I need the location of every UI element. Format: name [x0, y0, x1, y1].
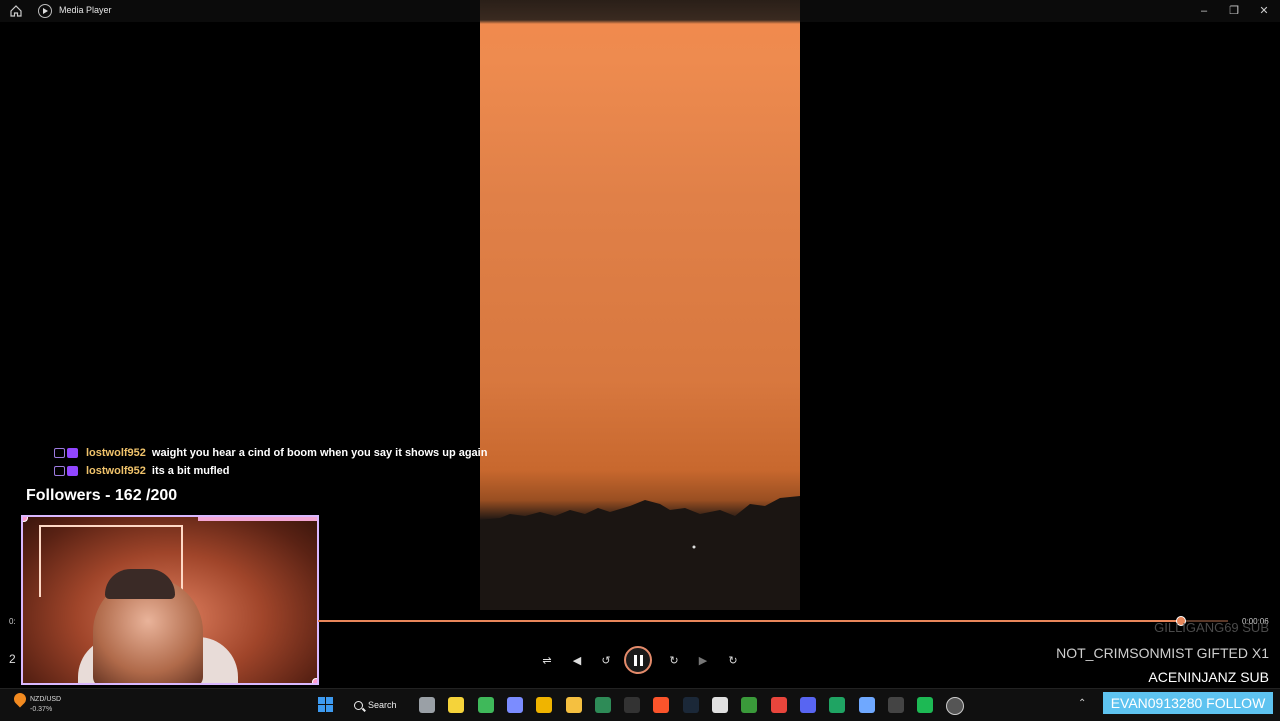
webcam-person-cap [105, 569, 175, 599]
twitch-badge-icon [67, 466, 78, 476]
chat-message: lostwolf952 its a bit mufled [54, 462, 487, 480]
followers-goal: Followers - 162 /200 [26, 487, 178, 504]
search-icon [354, 700, 363, 710]
chat-username: lostwolf952 [86, 465, 146, 477]
tray-overflow-icon[interactable]: ⌃ [1078, 698, 1086, 709]
chat-message: lostwolf952 waight you hear a cind of bo… [54, 444, 487, 462]
chat-overlay: lostwolf952 waight you hear a cind of bo… [54, 444, 487, 480]
shuffle-icon[interactable]: ⇌ [535, 647, 559, 673]
twitch-badge-icon [67, 448, 78, 458]
sub-alert-faded: GILLIGANG69 SUB [1154, 620, 1269, 635]
brave-icon[interactable] [653, 697, 670, 713]
elapsed-time: 0: [9, 617, 16, 626]
document-icon[interactable] [712, 697, 728, 713]
playback-controls: ⇌ ◀︎ ↺ ↻ ▶︎ ↻ [535, 646, 745, 674]
media-player-icon[interactable] [946, 697, 965, 715]
pause-button[interactable] [624, 646, 652, 674]
copilot-icon[interactable] [506, 697, 523, 713]
frame-corner-dot [312, 678, 317, 683]
city-skyline [480, 496, 800, 610]
webcam-overlay [21, 515, 319, 685]
widgets-ticker[interactable]: NZD/USD -0.37% [11, 690, 62, 714]
forward-30-icon[interactable]: ↻ [662, 647, 686, 673]
folder-icon[interactable] [565, 697, 582, 713]
minimize-button[interactable]: – [1196, 3, 1212, 19]
taskbar: NZD/USD -0.37% Search ⌃ [0, 688, 1280, 721]
windows-start-icon[interactable] [318, 697, 333, 712]
sticky-notes-icon[interactable] [448, 697, 465, 713]
chat-username: lostwolf952 [86, 447, 146, 459]
taskbar-search[interactable]: Search [354, 696, 416, 714]
xbox-icon[interactable] [741, 697, 758, 713]
window-title: Media Player [59, 5, 112, 15]
webcam-frame-tab [198, 517, 317, 521]
chat-badge-icon [54, 448, 65, 458]
steam-icon[interactable] [682, 697, 699, 713]
seek-bar-fill [318, 620, 1181, 622]
rewind-10-icon[interactable]: ↺ [594, 647, 618, 673]
media-player-app-icon [38, 4, 52, 18]
sub-alert: ACENINJANZ SUB [1148, 669, 1269, 685]
chrome-icon[interactable] [770, 697, 787, 713]
previous-icon[interactable]: ◀︎ [565, 647, 589, 673]
flame-icon [11, 690, 29, 708]
frame-corner-dot [23, 517, 28, 522]
gift-alert: NOT_CRIMSONMIST GIFTED X1 [1056, 645, 1269, 661]
file-icon[interactable] [419, 697, 435, 713]
chat-text: waight you hear a cind of boom when you … [151, 447, 488, 459]
side-number: 2 [9, 652, 16, 666]
follow-alert: EVAN0913280 FOLLOW [1103, 692, 1273, 714]
home-icon[interactable] [9, 4, 23, 18]
ticker-label: NZD/USD [30, 695, 62, 703]
repeat-off-icon[interactable]: ↻ [721, 647, 745, 673]
search-label: Search [368, 700, 397, 710]
obs-icon[interactable] [887, 697, 904, 713]
discord-icon[interactable] [799, 697, 816, 713]
chat-badge-icon [54, 466, 65, 476]
chat-text: its a bit mufled [151, 465, 230, 477]
close-button[interactable]: ✕ [1256, 3, 1272, 19]
video-frame[interactable] [480, 0, 800, 610]
rl-icon[interactable] [594, 697, 611, 713]
restore-button[interactable]: ❐ [1226, 3, 1242, 19]
gemini-icon[interactable] [858, 697, 875, 713]
spotify-icon[interactable] [917, 697, 934, 713]
phone-icon[interactable] [477, 697, 494, 713]
x-icon[interactable] [624, 697, 641, 713]
drive-icon[interactable] [829, 697, 846, 713]
ticker-change: -0.37% [30, 706, 53, 713]
store-icon[interactable] [536, 697, 553, 713]
next-icon[interactable]: ▶︎ [691, 647, 715, 673]
